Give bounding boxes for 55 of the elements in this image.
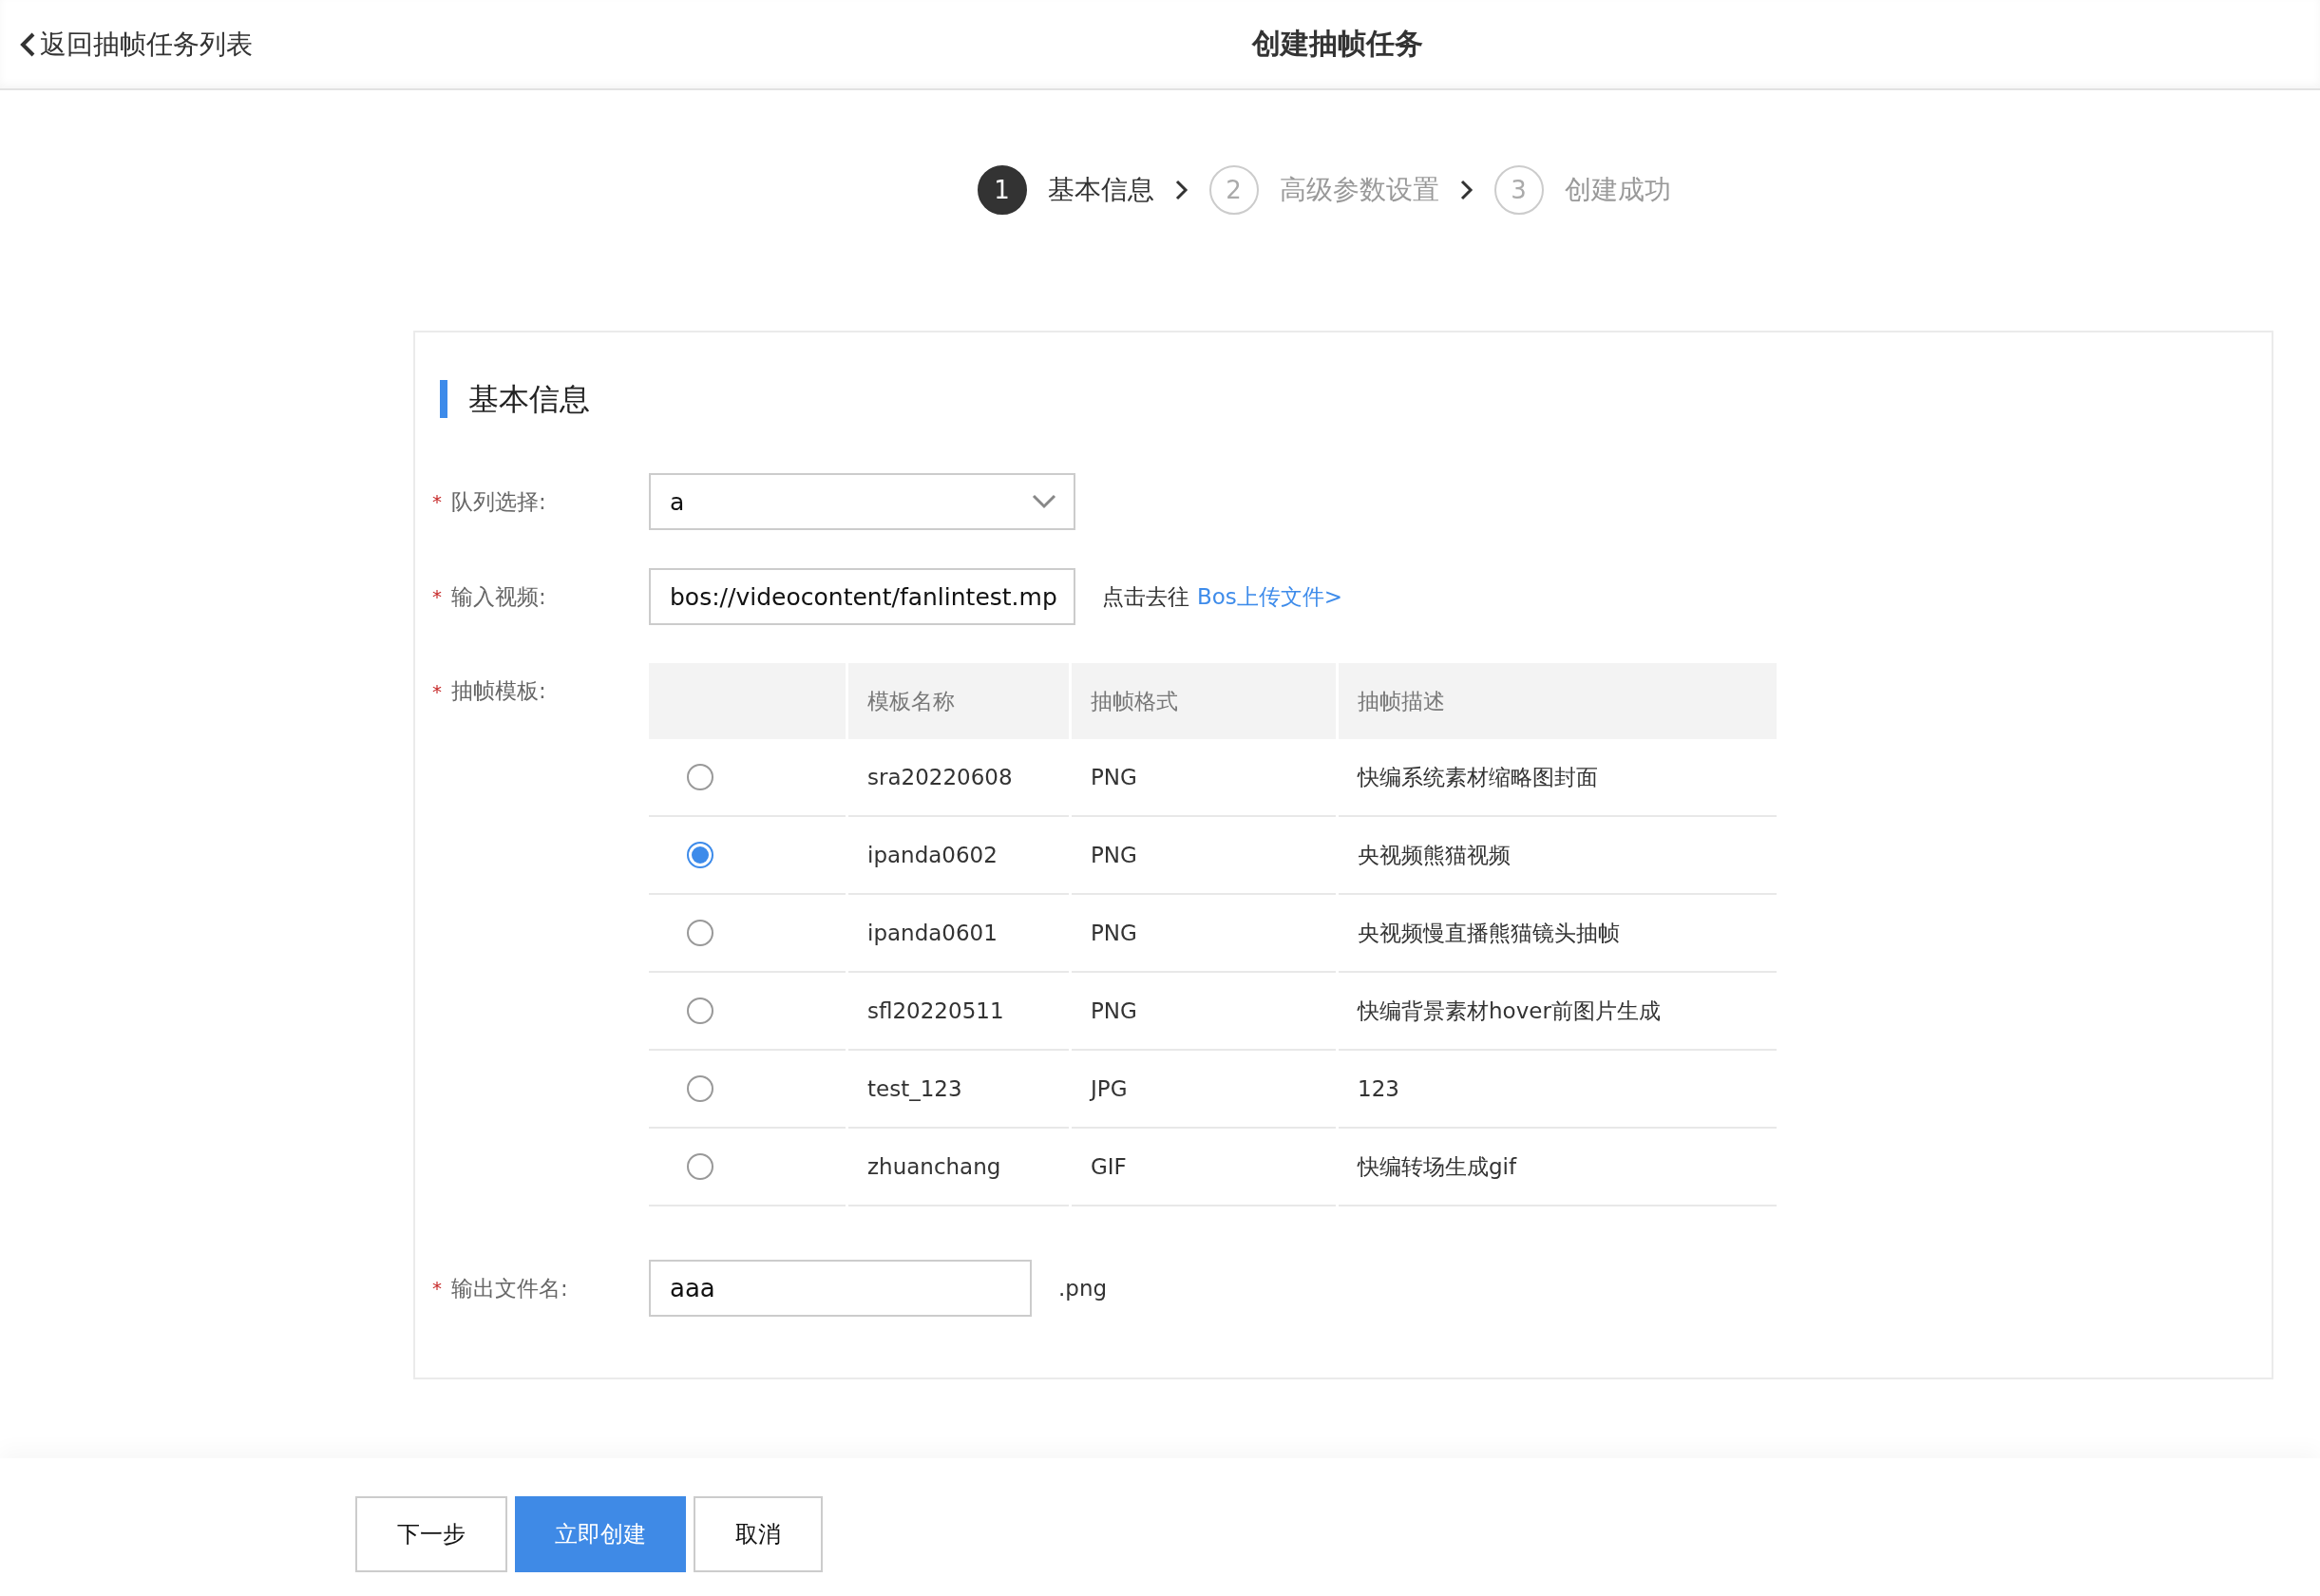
table-header: 抽帧格式 xyxy=(1072,663,1336,739)
radio-button[interactable] xyxy=(687,920,713,946)
required-mark: * xyxy=(432,679,442,703)
field-label: 抽帧模板: xyxy=(451,677,546,705)
table-cell: PNG xyxy=(1072,895,1336,973)
table-header: 模板名称 xyxy=(848,663,1069,739)
required-mark: * xyxy=(432,585,442,608)
table-cell: PNG xyxy=(1072,973,1336,1051)
radio-button[interactable] xyxy=(687,1075,713,1102)
table-cell: test_123 xyxy=(848,1051,1069,1129)
table-cell: ipanda0601 xyxy=(848,895,1069,973)
queue-select[interactable]: a xyxy=(649,473,1075,530)
chevron-right-icon xyxy=(1174,180,1189,200)
field-label: 输出文件名: xyxy=(451,1274,568,1302)
radio-button[interactable] xyxy=(687,998,713,1024)
table-cell: zhuanchang xyxy=(848,1129,1069,1206)
action-button[interactable]: 取消 xyxy=(694,1496,823,1572)
table-cell: ipanda0602 xyxy=(848,817,1069,895)
table-cell: PNG xyxy=(1072,739,1336,817)
table-cell: JPG xyxy=(1072,1051,1336,1129)
table-header: 抽帧描述 xyxy=(1339,663,1777,739)
step-number: 3 xyxy=(1493,165,1544,215)
step-label: 创建成功 xyxy=(1564,173,1671,207)
filename-input[interactable]: aaa xyxy=(649,1260,1032,1317)
table-cell: sra20220608 xyxy=(848,739,1069,817)
table-cell: 快编系统素材缩略图封面 xyxy=(1339,739,1777,817)
step-label: 高级参数设置 xyxy=(1279,173,1439,207)
step-number: 2 xyxy=(1208,165,1259,215)
file-extension: .png xyxy=(1058,1276,1108,1301)
video-select[interactable]: bos://videocontent/fanlintest.mp xyxy=(649,568,1075,625)
radio-button[interactable] xyxy=(687,1153,713,1180)
chevron-left-icon xyxy=(19,30,36,58)
table-cell: 央视频慢直播熊猫镜头抽帧 xyxy=(1339,895,1777,973)
page-title: 创建抽帧任务 xyxy=(1252,26,1423,62)
chevron-right-icon xyxy=(1459,180,1474,200)
required-mark: * xyxy=(432,1277,442,1300)
table-cell: sfl20220511 xyxy=(848,973,1069,1051)
step-label: 基本信息 xyxy=(1047,173,1154,207)
table-cell: 123 xyxy=(1339,1051,1777,1129)
step-number: 1 xyxy=(977,165,1027,215)
table-cell: 央视频熊猫视频 xyxy=(1339,817,1777,895)
table-cell: 快编背景素材hover前图片生成 xyxy=(1339,973,1777,1051)
chevron-down-icon xyxy=(1032,494,1056,509)
radio-button[interactable] xyxy=(687,842,713,868)
section-title: 基本信息 xyxy=(440,380,2272,418)
field-label: 队列选择: xyxy=(451,487,546,516)
required-mark: * xyxy=(432,490,442,513)
table-cell: 快编转场生成gif xyxy=(1339,1129,1777,1206)
upload-hint: 点击去往 xyxy=(1102,582,1189,611)
field-label: 输入视频: xyxy=(451,582,546,611)
table-cell: GIF xyxy=(1072,1129,1336,1206)
radio-button[interactable] xyxy=(687,764,713,790)
action-button[interactable]: 下一步 xyxy=(355,1496,507,1572)
table-cell: PNG xyxy=(1072,817,1336,895)
create-button[interactable]: 立即创建 xyxy=(515,1496,686,1572)
